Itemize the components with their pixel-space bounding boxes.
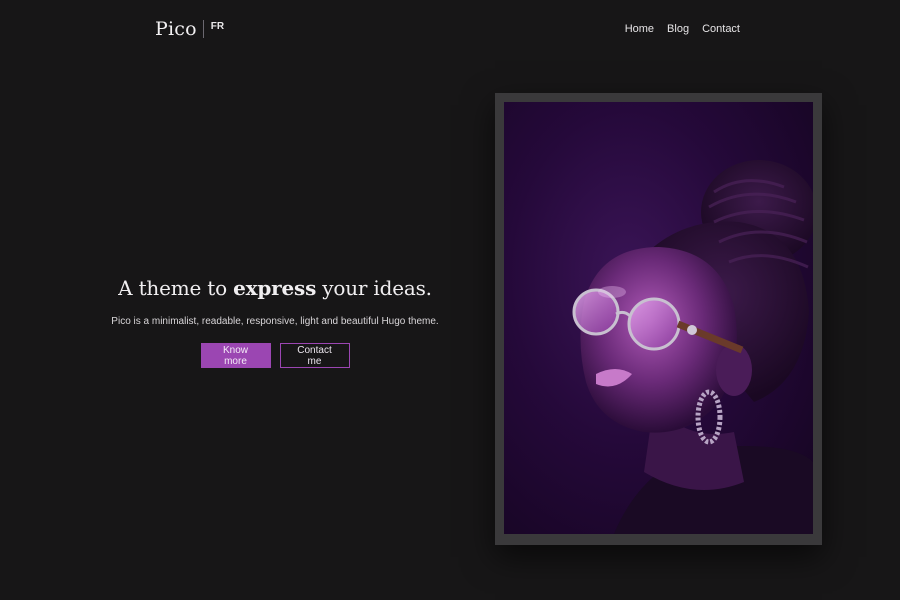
hero-section: A theme to express your ideas. Pico is a… — [105, 276, 445, 368]
main-nav: Home Blog Contact — [625, 23, 740, 35]
hero-headline: A theme to express your ideas. — [105, 276, 445, 300]
site-header: Pico FR Home Blog Contact — [0, 0, 900, 60]
site-title[interactable]: Pico — [155, 18, 197, 40]
portrait-photo — [504, 102, 813, 534]
portrait-illustration — [572, 160, 813, 534]
headline-emphasis: express — [233, 276, 317, 300]
language-switch-link[interactable]: FR — [211, 21, 224, 32]
nav-home-link[interactable]: Home — [625, 23, 654, 35]
contact-me-button[interactable]: Contact me — [279, 343, 350, 368]
headline-text-start: A theme to — [118, 276, 234, 300]
headline-text-end: your ideas. — [316, 276, 432, 300]
photo-frame — [495, 93, 822, 545]
nav-contact-link[interactable]: Contact — [702, 23, 740, 35]
nav-blog-link[interactable]: Blog — [667, 23, 689, 35]
hero-subtitle: Pico is a minimalist, readable, responsi… — [111, 316, 439, 327]
know-more-button[interactable]: Know more — [200, 343, 271, 368]
hero-actions: Know more Contact me — [105, 343, 445, 368]
brand: Pico FR — [155, 18, 224, 40]
language-divider — [202, 20, 204, 38]
